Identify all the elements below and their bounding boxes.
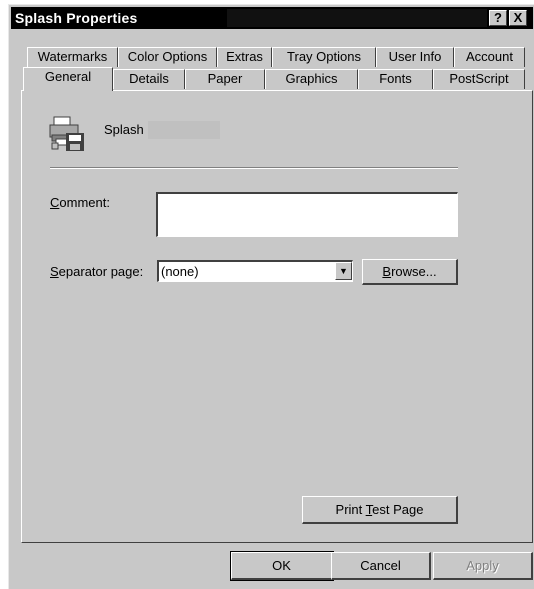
tab-postscript[interactable]: PostScript [433, 69, 525, 89]
browse-label: rowse... [391, 264, 437, 279]
comment-label-mnemonic: C [50, 195, 60, 210]
separator-line [50, 167, 458, 169]
separator-label-mnemonic: S [50, 264, 59, 279]
window-title: Splash Properties [15, 10, 138, 26]
separator-page-value: (none) [161, 264, 199, 279]
tab-user-info[interactable]: User Info [376, 47, 454, 67]
tab-extras[interactable]: Extras [217, 47, 272, 67]
apply-button[interactable]: Apply [433, 552, 533, 580]
tab-tray-options[interactable]: Tray Options [272, 47, 376, 67]
comment-label-text: omment: [59, 195, 110, 210]
print-test-page-button[interactable]: Print Test Page [302, 496, 458, 524]
printer-name-highlight [148, 121, 220, 139]
title-bar-fill [227, 9, 487, 27]
tab-fonts[interactable]: Fonts [358, 69, 433, 89]
separator-page-select[interactable]: (none) ▼ [157, 260, 353, 282]
ok-button[interactable]: OK [230, 551, 334, 581]
print-test-label: est Page [372, 502, 424, 517]
tab-graphics[interactable]: Graphics [265, 69, 358, 89]
tab-details[interactable]: Details [113, 69, 185, 89]
close-button[interactable]: X [509, 10, 527, 26]
tab-watermarks[interactable]: Watermarks [27, 47, 118, 67]
general-tab-panel: Splash Comment: Separator page: (none) ▼… [21, 90, 533, 543]
help-button[interactable]: ? [489, 10, 507, 26]
tab-paper[interactable]: Paper [185, 69, 265, 89]
comment-field[interactable] [156, 192, 458, 237]
printer-icon [49, 116, 84, 151]
separator-label-text: eparator page: [58, 264, 144, 279]
properties-dialog: Splash Properties ? X Watermarks Color O… [8, 4, 534, 589]
chevron-down-icon[interactable]: ▼ [335, 262, 352, 280]
browse-button[interactable]: Browse... [362, 259, 458, 285]
printer-name: Splash [104, 122, 144, 137]
tab-general[interactable]: General [23, 67, 113, 91]
comment-label: Comment: [50, 195, 110, 210]
print-test-prefix: Print [335, 502, 366, 517]
cancel-button[interactable]: Cancel [331, 552, 431, 580]
tab-color-options[interactable]: Color Options [118, 47, 217, 67]
title-bar[interactable]: Splash Properties ? X [11, 7, 533, 29]
browse-mnemonic: B [382, 264, 392, 279]
tab-account[interactable]: Account [454, 47, 525, 67]
separator-page-label: Separator page: [50, 264, 143, 279]
